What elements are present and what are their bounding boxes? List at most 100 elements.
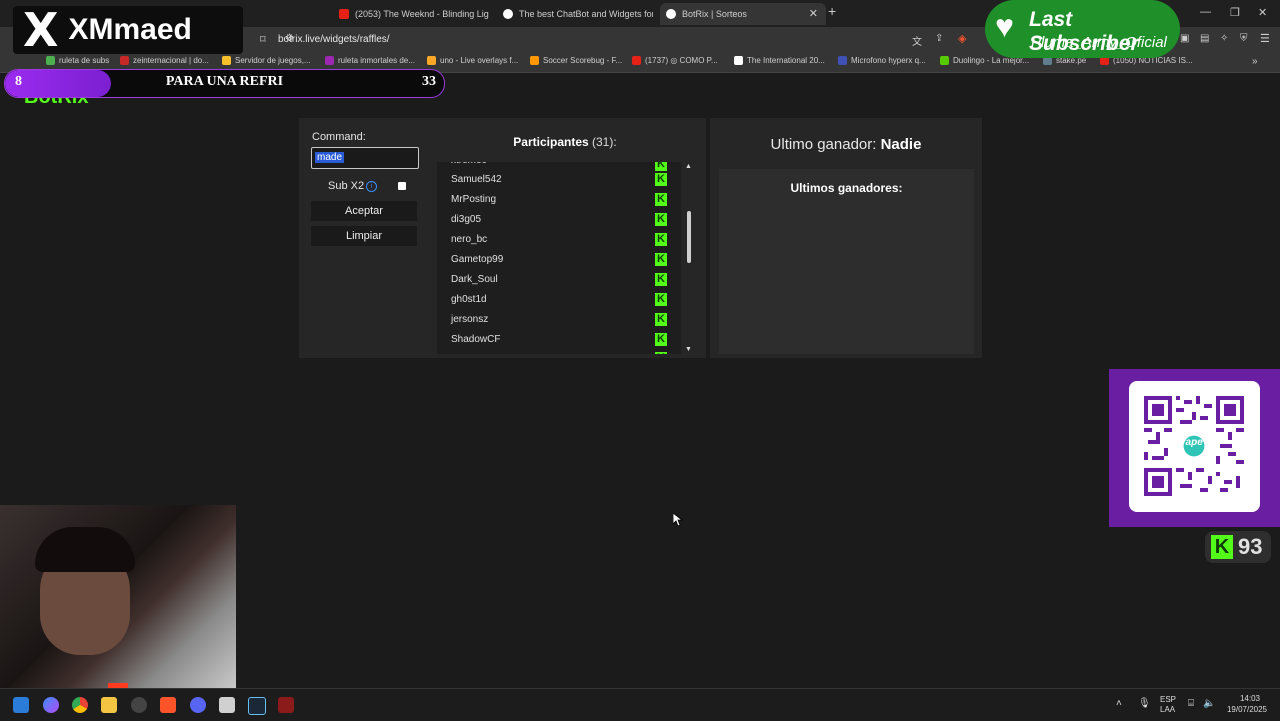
language-indicator[interactable]: ESP [1160, 695, 1176, 704]
streamer-hair [35, 527, 135, 572]
bookmark-favicon [120, 56, 129, 65]
command-input[interactable]: made [311, 147, 419, 169]
close-window-icon[interactable]: ✕ [1258, 6, 1267, 19]
bookmark-item[interactable]: Servidor de juegos,... [222, 56, 311, 65]
bookmark-item[interactable]: (1737) ◎ COMO P... [632, 56, 718, 65]
menu-icon[interactable]: ☰ [1260, 32, 1270, 45]
channel-name: XMmaed [68, 13, 192, 46]
tray-overflow-icon[interactable]: ˄ [1116, 698, 1122, 709]
volume-icon[interactable]: 🔈 [1203, 698, 1215, 709]
tab-botrix-sorteos[interactable]: BotRix | Sorteos ✕ [660, 3, 826, 25]
tab-botrix-chatbot[interactable]: The best ChatBot and Widgets for Ki [497, 3, 653, 25]
tab-youtube[interactable]: (2053) The Weeknd - Blinding Lights [333, 3, 489, 25]
discord-icon[interactable] [190, 697, 206, 713]
clock-time[interactable]: 14:03 [1230, 694, 1270, 703]
language-region[interactable]: LAA [1160, 705, 1175, 714]
info-icon[interactable]: i [366, 181, 377, 192]
bookmark-item[interactable]: ruleta inmortales de... [325, 56, 415, 65]
scroll-down-icon[interactable]: ▼ [685, 346, 692, 353]
kick-icon: K [655, 253, 667, 266]
botrix-icon [503, 9, 513, 19]
list-item: ShadowCF [451, 334, 501, 345]
more-bookmarks-icon[interactable]: » [1252, 56, 1258, 67]
list-item: Gametop99 [451, 254, 504, 265]
youtube-icon [632, 56, 641, 65]
maximize-icon[interactable]: ❐ [1230, 6, 1240, 19]
file-explorer-icon[interactable] [101, 697, 117, 713]
dota-icon[interactable] [278, 697, 294, 713]
bookmark-favicon [46, 56, 55, 65]
sub-goal-target: 33 [422, 74, 436, 89]
tab-label: BotRix | Sorteos [682, 9, 747, 19]
steam-icon[interactable] [248, 697, 266, 715]
list-item: Samuel542 [451, 174, 502, 185]
taskbar: ˄ 🎙 ESP LAA ⌸ 🔈 14:03 19/07/2025 [0, 688, 1280, 721]
copilot-icon[interactable] [43, 697, 59, 713]
minimize-icon[interactable]: — [1200, 6, 1211, 18]
bookmark-label: Microfono hyperx q... [851, 56, 926, 65]
participants-count: (31): [592, 135, 617, 149]
kick-icon: K [655, 352, 667, 354]
accept-button[interactable]: Aceptar [311, 201, 417, 221]
calculator-icon[interactable] [219, 697, 235, 713]
bookmark-item[interactable]: zeinternacional | do... [120, 56, 209, 65]
kick-icon: K [655, 233, 667, 246]
brave-icon[interactable] [160, 697, 176, 713]
kick-icon: K [655, 333, 667, 346]
close-tab-icon[interactable]: ✕ [809, 7, 818, 20]
duolingo-icon [940, 56, 949, 65]
list-item: xtremo0 [451, 162, 487, 166]
viewer-count: 93 [1238, 534, 1263, 559]
network-icon[interactable]: ⌸ [1188, 698, 1194, 709]
bookmark-icon[interactable]: ⌑ [260, 33, 266, 46]
obs-icon[interactable] [131, 697, 147, 713]
list-item: nero_bc [451, 234, 488, 245]
ai-icon[interactable]: ✧ [1220, 33, 1228, 44]
bookmark-item[interactable]: Soccer Scorebug - F... [530, 56, 622, 65]
last-winners-box [719, 169, 974, 354]
last-winner-label: Ultimo ganador: [770, 136, 877, 153]
folder-icon [222, 56, 231, 65]
subx2-checkbox[interactable] [398, 182, 406, 190]
windows-start-icon[interactable] [13, 697, 29, 713]
chrome-icon[interactable] [72, 697, 88, 713]
kick-viewer-count: K 93 [1205, 531, 1271, 563]
bookmark-item[interactable]: ruleta de subs [46, 56, 109, 65]
bookmark-favicon [427, 56, 436, 65]
bookmark-item[interactable]: uno - Live overlays f... [427, 56, 518, 65]
bookmark-label: Servidor de juegos,... [235, 56, 311, 65]
command-value: made [315, 152, 345, 163]
list-item: gh0st1d [451, 294, 487, 305]
heart-icon: ♥ [995, 8, 1014, 44]
scrollbar-thumb[interactable] [687, 211, 691, 263]
participants-list[interactable]: xtremo0 K Samuel542 K MrPosting K di3g05… [437, 162, 681, 354]
vpn-icon[interactable]: ⛨ [1240, 33, 1248, 44]
sub-goal-bar: 8 PARA UNA REFRI 33 [4, 69, 445, 98]
last-winner: Ultimo ganador: Nadie [710, 136, 982, 153]
botrix-icon [666, 9, 676, 19]
kick-icon: K [655, 313, 667, 326]
wallet-icon[interactable]: ▤ [1200, 33, 1209, 44]
bookmark-label: uno - Live overlays f... [440, 56, 519, 65]
list-item: jersonsz [451, 314, 489, 325]
bookmark-favicon [325, 56, 334, 65]
clear-button[interactable]: Limpiar [311, 226, 417, 246]
last-winners-heading: Ultimos ganadores: [790, 181, 903, 195]
bookmark-item[interactable]: Microfono hyperx q... [838, 56, 926, 65]
list-item: MrPosting [451, 194, 497, 205]
scroll-up-icon[interactable]: ▲ [685, 163, 692, 170]
last-subscriber-name: Pluma_Army_Oficial [1031, 34, 1167, 51]
sidebar-icon[interactable]: ▣ [1180, 33, 1189, 44]
bookmark-item[interactable]: The International 20... [734, 56, 825, 65]
clock-date[interactable]: 19/07/2025 [1222, 705, 1272, 714]
sub-goal-label: PARA UNA REFRI [165, 74, 284, 89]
microphone-icon[interactable]: 🎙 [1138, 698, 1151, 709]
bookmark-favicon [734, 56, 743, 65]
new-tab-icon[interactable]: + [828, 3, 836, 19]
bookmark-favicon [838, 56, 847, 65]
url-field[interactable]: botrix.live/widgets/raffles/ [278, 31, 998, 49]
x-logo-icon: X [23, 3, 59, 57]
kick-icon: K [655, 213, 667, 226]
bookmark-label: ruleta inmortales de... [338, 56, 415, 65]
bookmark-label: Soccer Scorebug - F... [543, 56, 623, 65]
